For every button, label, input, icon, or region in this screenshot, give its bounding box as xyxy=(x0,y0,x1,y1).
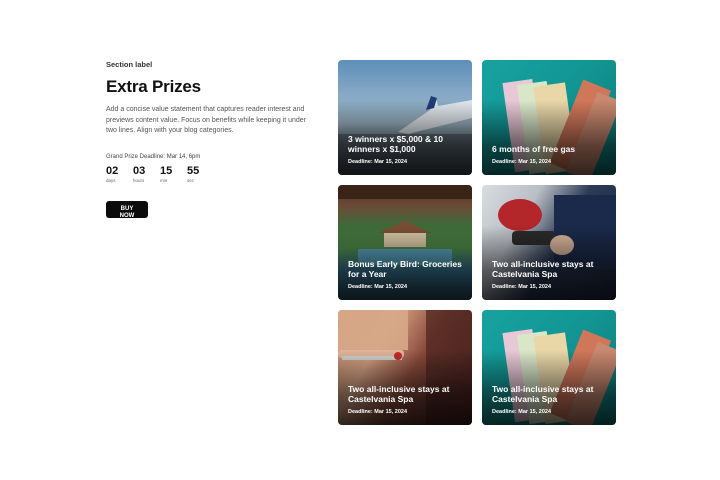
card-title: Two all-inclusive stays at Castelvania S… xyxy=(348,384,450,404)
page-title: Extra Prizes xyxy=(106,77,201,96)
countdown-days: 02 days xyxy=(106,165,133,183)
card-deadline: Deadline: Mar 15, 2024 xyxy=(492,159,552,165)
card-deadline: Deadline: Mar 15, 2024 xyxy=(492,409,552,415)
countdown-sec-value: 55 xyxy=(187,164,200,177)
countdown-days-value: 02 xyxy=(106,164,119,177)
card-deadline: Deadline: Mar 15, 2024 xyxy=(348,409,408,415)
prize-intro: Section label Extra Prizes Add a concise… xyxy=(106,60,318,222)
countdown-timer: 02 days 03 hours 15 min 55 sec xyxy=(106,165,318,183)
prize-card[interactable]: Two all-inclusive stays at Castelvania S… xyxy=(482,185,616,300)
grand-prize-deadline: Grand Prize Deadline: Mar 14, 6pm xyxy=(106,153,201,160)
card-title: Two all-inclusive stays at Castelvania S… xyxy=(492,384,594,404)
countdown-sec: 55 sec xyxy=(187,165,214,183)
prize-card[interactable]: Bonus Early Bird: Groceries for a Year D… xyxy=(338,185,472,300)
countdown-hours-value: 03 xyxy=(133,164,146,177)
countdown-min-label: min xyxy=(160,177,168,183)
countdown-days-label: days xyxy=(106,177,116,183)
countdown-sec-label: sec xyxy=(187,177,195,183)
prize-card[interactable]: 6 months of free gas Deadline: Mar 15, 2… xyxy=(482,60,616,175)
prize-card-grid: 3 winners x $5,000 & 10 winners x $1,000… xyxy=(338,60,616,425)
countdown-hours-label: hours xyxy=(133,177,145,183)
description: Add a concise value statement that captu… xyxy=(106,106,307,134)
card-title: Two all-inclusive stays at Castelvania S… xyxy=(492,259,594,279)
prize-card[interactable]: Two all-inclusive stays at Castelvania S… xyxy=(482,310,616,425)
prize-card[interactable]: Two all-inclusive stays at Castelvania S… xyxy=(338,310,472,425)
card-title: Bonus Early Bird: Groceries for a Year xyxy=(348,259,462,279)
card-title: 6 months of free gas xyxy=(492,144,576,154)
countdown-hours: 03 hours xyxy=(133,165,160,183)
card-title: 3 winners x $5,000 & 10 winners x $1,000 xyxy=(348,134,443,154)
card-deadline: Deadline: Mar 15, 2024 xyxy=(492,284,552,290)
countdown-min-value: 15 xyxy=(160,164,173,177)
prize-card[interactable]: 3 winners x $5,000 & 10 winners x $1,000… xyxy=(338,60,472,175)
section-label: Section label xyxy=(106,60,153,69)
card-deadline: Deadline: Mar 15, 2024 xyxy=(348,159,408,165)
countdown-min: 15 min xyxy=(160,165,187,183)
card-deadline: Deadline: Mar 15, 2024 xyxy=(348,284,408,290)
buy-now-button[interactable]: BUY NOW xyxy=(106,200,148,219)
